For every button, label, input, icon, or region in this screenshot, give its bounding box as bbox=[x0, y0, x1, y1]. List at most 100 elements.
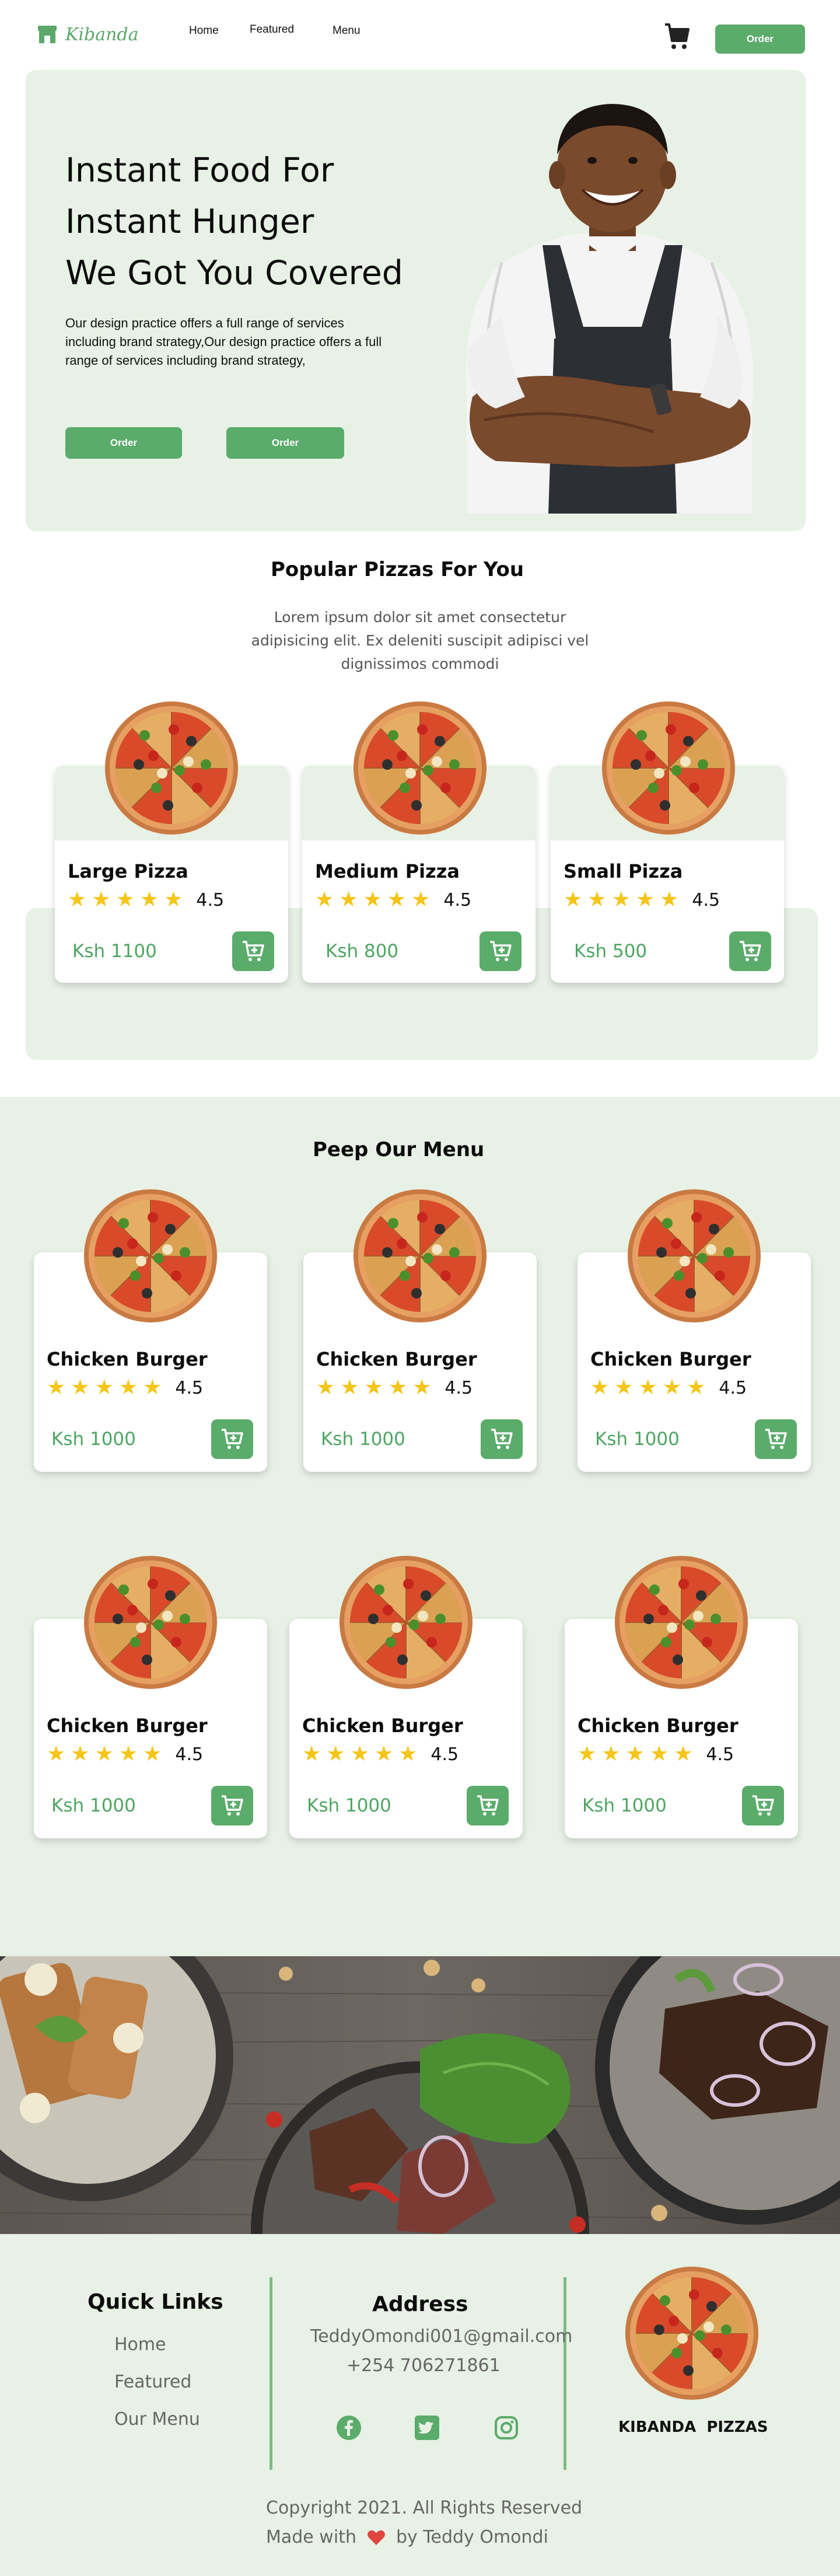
nav-home[interactable]: Home bbox=[189, 25, 219, 37]
star-icon: ★ bbox=[687, 1376, 706, 1399]
pizza-image bbox=[615, 1556, 748, 1689]
card-price: Ksh 1000 bbox=[582, 1795, 667, 1816]
hero-description: Our design practice offers a full range … bbox=[65, 316, 382, 368]
footer-link-featured[interactable]: Featured bbox=[114, 2372, 191, 2392]
card-price: Ksh 1000 bbox=[51, 1429, 136, 1450]
card-price: Ksh 1000 bbox=[321, 1429, 405, 1450]
copyright-text: Copyright 2021. All Rights Reserved bbox=[266, 2498, 583, 2518]
add-to-cart-button[interactable] bbox=[729, 931, 771, 971]
star-icon: ★ bbox=[660, 888, 679, 912]
add-cart-icon bbox=[740, 941, 761, 961]
card-title: Chicken Burger bbox=[302, 1715, 463, 1737]
star-icon: ★ bbox=[143, 1742, 162, 1766]
menu-title: Peep Our Menu bbox=[313, 1138, 485, 1161]
pizza-image bbox=[602, 701, 735, 835]
star-icon: ★ bbox=[590, 1376, 610, 1399]
card-price: Ksh 1000 bbox=[51, 1795, 136, 1816]
star-icon: ★ bbox=[94, 1742, 114, 1766]
hero-order-button-1[interactable]: Order bbox=[65, 427, 182, 459]
star-icon: ★ bbox=[92, 888, 111, 912]
star-icon: ★ bbox=[143, 1376, 162, 1399]
add-to-cart-button[interactable] bbox=[755, 1419, 797, 1459]
cart-icon[interactable] bbox=[664, 22, 690, 51]
footer-phone: +254 706271861 bbox=[346, 2355, 501, 2376]
card-title: Chicken Burger bbox=[590, 1348, 751, 1370]
star-icon: ★ bbox=[625, 1742, 645, 1766]
card-title: Chicken Burger bbox=[47, 1348, 208, 1370]
nav-order-button[interactable]: Order bbox=[715, 25, 805, 54]
card-price: Ksh 1000 bbox=[595, 1429, 680, 1450]
chef-image bbox=[466, 104, 754, 514]
star-icon: ★ bbox=[164, 888, 183, 912]
star-icon: ★ bbox=[350, 1742, 369, 1766]
card-price: Ksh 1100 bbox=[72, 941, 157, 962]
twitter-icon[interactable] bbox=[414, 2415, 440, 2441]
footer-email[interactable]: TeddyOmondi001@gmail.com bbox=[310, 2326, 572, 2347]
star-icon: ★ bbox=[316, 1376, 335, 1399]
star-icon: ★ bbox=[635, 888, 655, 912]
add-to-cart-button[interactable] bbox=[467, 1786, 509, 1825]
nav-menu[interactable]: Menu bbox=[332, 25, 360, 37]
add-cart-icon bbox=[222, 1429, 243, 1449]
add-cart-icon bbox=[490, 941, 512, 961]
star-icon: ★ bbox=[649, 1742, 669, 1766]
star-icon: ★ bbox=[638, 1376, 657, 1399]
add-to-cart-button[interactable] bbox=[480, 931, 522, 971]
card-title: Small Pizza bbox=[564, 860, 683, 882]
star-icon: ★ bbox=[564, 888, 583, 912]
star-icon: ★ bbox=[614, 1376, 634, 1399]
nav-featured[interactable]: Featured bbox=[250, 23, 294, 36]
star-icon: ★ bbox=[339, 888, 358, 912]
rating-stars: ★ ★ ★ ★ ★ 4.5 bbox=[578, 1744, 734, 1765]
star-icon: ★ bbox=[411, 888, 430, 912]
pizza-image bbox=[340, 1556, 473, 1689]
footer-link-home[interactable]: Home bbox=[114, 2334, 166, 2355]
rating-value: 4.5 bbox=[430, 1744, 459, 1765]
star-icon: ★ bbox=[116, 888, 135, 912]
footer-pizza-logo bbox=[625, 2267, 758, 2400]
star-icon: ★ bbox=[47, 1742, 66, 1766]
star-icon: ★ bbox=[94, 1376, 114, 1399]
star-icon: ★ bbox=[363, 888, 382, 912]
card-title: Medium Pizza bbox=[315, 860, 460, 882]
card-price: Ksh 1000 bbox=[307, 1795, 391, 1816]
star-icon: ★ bbox=[388, 1376, 408, 1399]
author-label: by Teddy Omondi bbox=[396, 2527, 548, 2547]
instagram-icon[interactable] bbox=[494, 2415, 519, 2441]
star-icon: ★ bbox=[364, 1376, 383, 1399]
brand-logo[interactable]: Kibanda bbox=[36, 23, 139, 46]
star-icon: ★ bbox=[601, 1742, 621, 1766]
rating-stars: ★ ★ ★ ★ ★ 4.5 bbox=[316, 1377, 473, 1398]
rating-stars: ★ ★ ★ ★ ★ 4.5 bbox=[302, 1744, 459, 1765]
add-to-cart-button[interactable] bbox=[232, 931, 274, 971]
rating-value: 4.5 bbox=[175, 1377, 204, 1398]
star-icon: ★ bbox=[587, 888, 607, 912]
add-cart-icon bbox=[765, 1429, 787, 1449]
star-icon: ★ bbox=[118, 1376, 138, 1399]
hero-title: Instant Food For Instant Hunger We Got Y… bbox=[65, 151, 403, 292]
add-cart-icon bbox=[752, 1795, 774, 1816]
rating-stars: ★ ★ ★ ★ ★ 4.5 bbox=[590, 1377, 747, 1398]
add-cart-icon bbox=[491, 1429, 513, 1449]
add-to-cart-button[interactable] bbox=[742, 1786, 784, 1825]
made-with-label: Made with bbox=[266, 2527, 356, 2547]
add-to-cart-button[interactable] bbox=[211, 1786, 253, 1825]
star-icon: ★ bbox=[302, 1742, 321, 1766]
star-icon: ★ bbox=[611, 888, 631, 912]
rating-value: 4.5 bbox=[719, 1377, 747, 1398]
add-to-cart-button[interactable] bbox=[211, 1419, 253, 1459]
star-icon: ★ bbox=[47, 1376, 66, 1399]
rating-stars: ★ ★ ★ ★ ★ 4.5 bbox=[47, 1377, 203, 1398]
star-icon: ★ bbox=[374, 1742, 394, 1766]
star-icon: ★ bbox=[71, 1742, 90, 1766]
pizza-image bbox=[84, 1189, 217, 1322]
add-to-cart-button[interactable] bbox=[481, 1419, 523, 1459]
footer-link-menu[interactable]: Our Menu bbox=[114, 2409, 200, 2430]
card-title: Chicken Burger bbox=[316, 1348, 477, 1370]
hero-order-button-2[interactable]: Order bbox=[226, 427, 344, 459]
store-icon bbox=[38, 26, 57, 43]
star-icon: ★ bbox=[118, 1742, 138, 1766]
facebook-icon[interactable] bbox=[336, 2415, 362, 2441]
add-cart-icon bbox=[222, 1795, 243, 1816]
add-cart-icon bbox=[243, 941, 264, 961]
